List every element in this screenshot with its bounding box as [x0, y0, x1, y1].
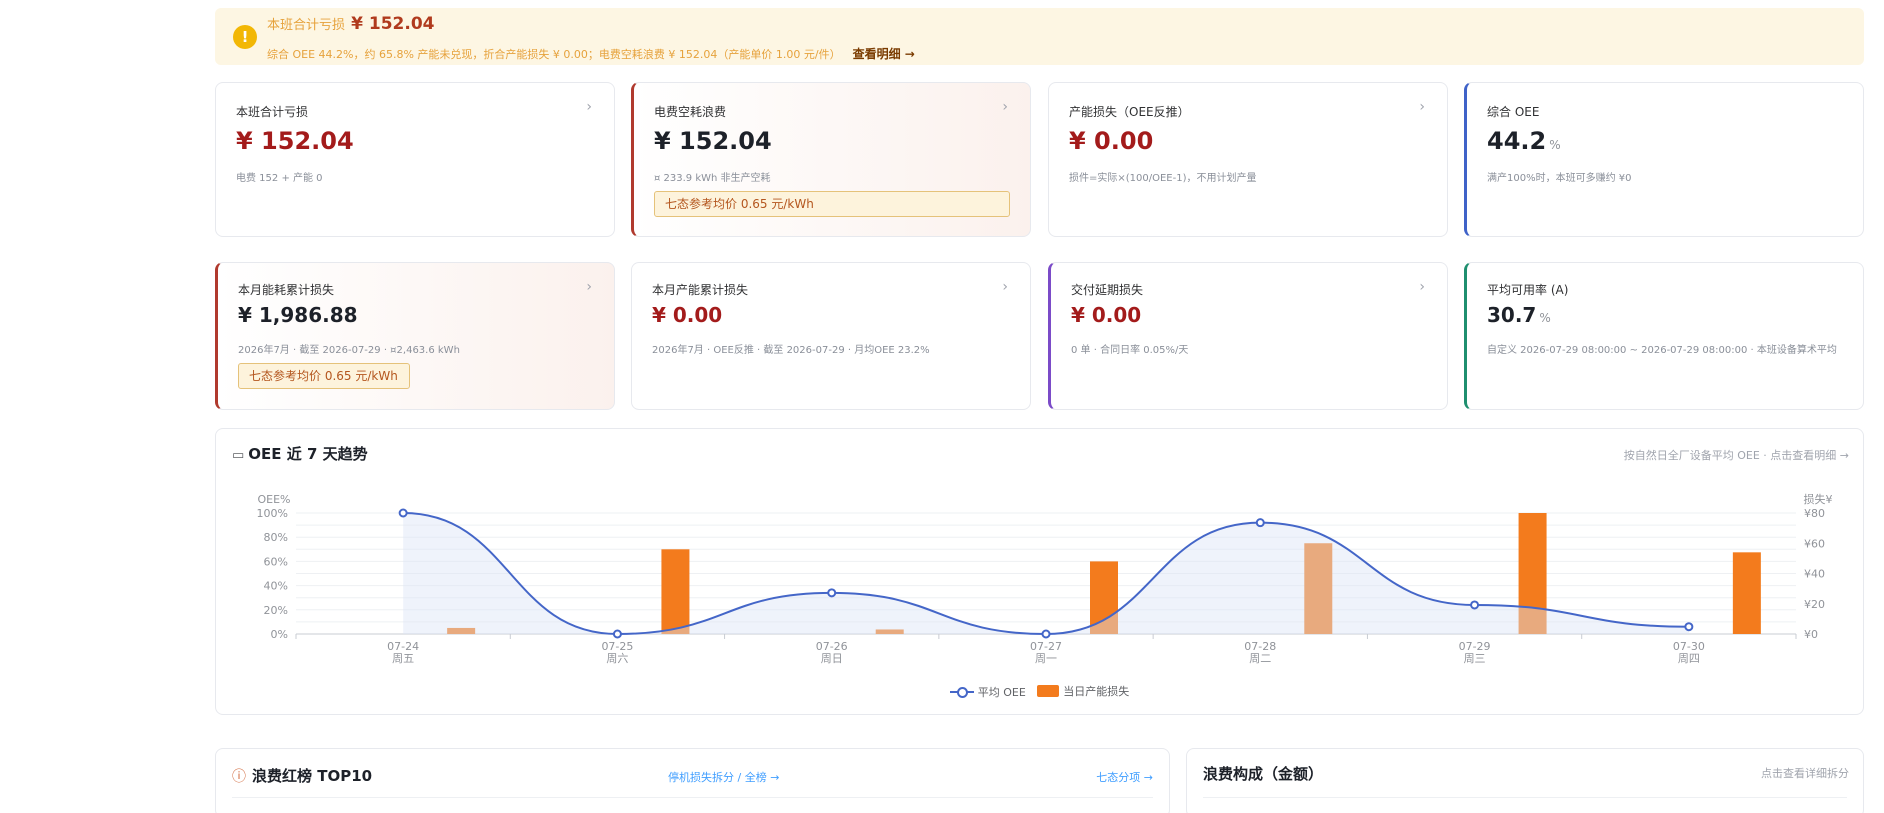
chevron-right-icon: ›: [586, 279, 592, 295]
legend-item-oee[interactable]: 平均 OEE: [949, 684, 1026, 700]
y-right-tick-label: ¥80: [1804, 507, 1825, 520]
card-value: ¥ 0.00: [652, 303, 723, 327]
card-label: 交付延期损失: [1071, 283, 1144, 297]
seven-state-breakdown-link[interactable]: 七态分项 →: [1096, 769, 1153, 785]
card-overall-oee[interactable]: 综合 OEE 44.2% 满产100%时，本班可多赚约 ¥0: [1464, 82, 1864, 237]
capacity-loss-bar: [661, 549, 690, 634]
card-monthly-capacity-loss[interactable]: 本月产能累计损失 › ¥ 0.00 2026年7月 · OEE反推 · 截至 2…: [631, 262, 1031, 410]
card-label: 综合 OEE: [1487, 105, 1540, 119]
card-label: 电费空耗浪费: [654, 105, 727, 119]
chevron-right-icon: ›: [1002, 99, 1008, 115]
x-weekday-label: 周日: [821, 652, 843, 665]
alert-amount: ¥ 152.04: [351, 14, 435, 34]
card-subtext: 满产100%时，本班可多赚约 ¥0: [1487, 173, 1632, 184]
card-subtext: ¤ 233.9 kWh 非生产空耗: [654, 173, 771, 184]
x-weekday-label: 周五: [392, 652, 414, 665]
card-subtext: 0 单 · 合同日率 0.05%/天: [1071, 345, 1189, 356]
card-subtext: 电费 152 + 产能 0: [236, 173, 323, 184]
y-right-tick-label: ¥60: [1804, 537, 1825, 550]
card-value: 44.2%: [1487, 127, 1561, 155]
oee-point: [827, 588, 837, 598]
bar-legend-icon: [1037, 685, 1060, 697]
card-average-availability[interactable]: 平均可用率 (A) 30.7% 自定义 2026-07-29 08:00:00 …: [1464, 262, 1864, 410]
y-right-axis-label: 损失¥: [1804, 492, 1833, 506]
oee-point: [1041, 629, 1051, 639]
card-capacity-loss[interactable]: 产能损失（OEE反推） › ¥ 0.00 损件=实际×(100/OEE-1)，不…: [1048, 82, 1448, 237]
alert-title: 本班合计亏损 ¥ 152.04: [267, 14, 435, 34]
composition-details-link[interactable]: 点击查看详细拆分: [1761, 765, 1849, 781]
oee-point: [612, 629, 622, 639]
x-weekday-label: 周六: [606, 652, 628, 665]
y-left-axis-label: OEE%: [257, 493, 290, 506]
price-tag: 七态参考均价 0.65 元/kWh: [654, 191, 1010, 217]
oee-point: [1684, 622, 1694, 632]
oee-trend-chart: 100%80%60%40%20%0%OEE%¥80¥60¥40¥20¥0损失¥0…: [257, 492, 1833, 665]
panel-title: ⓘ 浪费红榜 TOP10: [232, 767, 373, 785]
warning-icon: !: [233, 25, 257, 49]
card-label: 本月产能累计损失: [652, 283, 749, 297]
alert-description: 综合 OEE 44.2%，约 65.8% 产能未兑现，折合产能损失 ¥ 0.00…: [267, 47, 915, 61]
chevron-right-icon: ›: [1419, 99, 1425, 115]
card-label: 产能损失（OEE反推）: [1069, 105, 1190, 119]
loss-alert-banner: ! 本班合计亏损 ¥ 152.04 综合 OEE 44.2%，约 65.8% 产…: [215, 8, 1864, 65]
line-legend-icon: [949, 687, 974, 698]
card-subtext: 损件=实际×(100/OEE-1)，不用计划产量: [1069, 173, 1257, 184]
waste-ranking-panel: ⓘ 浪费红榜 TOP10 停机损失拆分 / 全榜 → 七态分项 →: [215, 748, 1170, 813]
x-weekday-label: 周四: [1678, 652, 1700, 665]
x-weekday-label: 周二: [1249, 652, 1271, 665]
y-right-tick-label: ¥0: [1804, 628, 1818, 641]
view-details-link[interactable]: 查看明细 →: [853, 47, 915, 61]
y-left-tick-label: 40%: [264, 580, 288, 593]
y-left-tick-label: 0%: [271, 628, 288, 641]
card-value: 30.7%: [1487, 303, 1551, 327]
card-value: ¥ 1,986.88: [238, 303, 358, 327]
card-shift-total-loss[interactable]: 本班合计亏损 › ¥ 152.04 电费 152 + 产能 0: [215, 82, 615, 237]
card-delivery-delay-loss[interactable]: 交付延期损失 › ¥ 0.00 0 单 · 合同日率 0.05%/天: [1048, 262, 1448, 410]
oee-trend-panel: ▭ OEE 近 7 天趋势 按自然日全厂设备平均 OEE · 点击查看明细 → 1…: [215, 428, 1864, 715]
card-monthly-energy-loss[interactable]: 本月能耗累计损失 › ¥ 1,986.88 2026年7月 · 截至 2026-…: [215, 262, 615, 410]
y-right-tick-label: ¥20: [1804, 598, 1825, 611]
oee-point: [1470, 600, 1480, 610]
alert-circle-icon: ⓘ: [232, 769, 246, 785]
y-left-tick-label: 100%: [257, 507, 288, 520]
x-weekday-label: 周一: [1035, 652, 1057, 665]
card-label: 本班合计亏损: [236, 105, 309, 119]
y-left-tick-label: 80%: [264, 531, 288, 544]
card-electricity-waste[interactable]: 电费空耗浪费 › ¥ 152.04 ¤ 233.9 kWh 非生产空耗 七态参考…: [631, 82, 1031, 237]
capacity-loss-bar: [1732, 552, 1761, 634]
price-tag: 七态参考均价 0.65 元/kWh: [238, 363, 410, 389]
chevron-right-icon: ›: [1002, 279, 1008, 295]
divider: [1203, 797, 1847, 798]
panel-title: 浪费构成（金额）: [1203, 765, 1324, 783]
divider: [232, 797, 1153, 798]
chevron-right-icon: ›: [586, 99, 592, 115]
y-right-tick-label: ¥40: [1804, 568, 1825, 581]
y-left-tick-label: 20%: [264, 604, 288, 617]
chevron-right-icon: ›: [1419, 279, 1425, 295]
y-left-tick-label: 60%: [264, 555, 288, 568]
card-value: ¥ 152.04: [654, 127, 772, 155]
oee-point: [398, 508, 408, 518]
card-value: ¥ 0.00: [1071, 303, 1142, 327]
card-subtext: 2026年7月 · OEE反推 · 截至 2026-07-29 · 月均OEE …: [652, 345, 930, 356]
card-label: 平均可用率 (A): [1487, 283, 1569, 297]
legend-item-capacity-loss[interactable]: 当日产能损失: [1037, 683, 1129, 699]
downtime-split-link[interactable]: 停机损失拆分 / 全榜 →: [668, 769, 779, 785]
card-value: ¥ 152.04: [236, 127, 354, 155]
oee-point: [1255, 518, 1265, 528]
chart-legend: 平均 OEE 当日产能损失: [216, 683, 1863, 700]
card-label: 本月能耗累计损失: [238, 283, 335, 297]
card-value: ¥ 0.00: [1069, 127, 1154, 155]
card-subtext: 2026年7月 · 截至 2026-07-29 · ¤2,463.6 kWh: [238, 345, 460, 356]
x-weekday-label: 周三: [1464, 652, 1486, 665]
waste-composition-panel: 浪费构成（金额） 点击查看详细拆分: [1186, 748, 1864, 813]
card-subtext: 自定义 2026-07-29 08:00:00 ~ 2026-07-29 08:…: [1487, 345, 1837, 356]
